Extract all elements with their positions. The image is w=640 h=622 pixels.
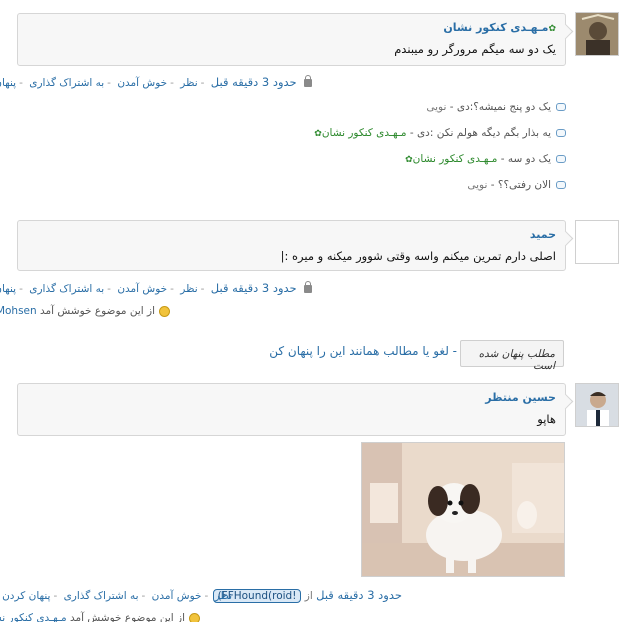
post1-author[interactable]: ✿مـهـدی کنکور نشان bbox=[27, 21, 556, 34]
post3-likes: از این موضوع خوشش آمد مـهـدی کنکور نشان✿ bbox=[0, 612, 200, 622]
post1-action-comment[interactable]: نظر bbox=[180, 77, 197, 89]
post3-bubble: حسین منتظر هاپو bbox=[17, 383, 566, 436]
post3-action-hide[interactable]: پنهان کردن bbox=[2, 590, 50, 602]
avatar-post2[interactable] bbox=[575, 220, 619, 264]
star-icon: ✿ bbox=[405, 155, 413, 165]
lock-icon bbox=[304, 281, 312, 293]
smile-icon bbox=[159, 305, 170, 317]
reply-author[interactable]: مـهـدی کنکور نشان bbox=[413, 153, 498, 165]
comment-icon bbox=[556, 129, 566, 137]
post1-meta: حدود 3 دقیقه قبل -نظر -خوش آمدن -به اشتر… bbox=[0, 75, 312, 89]
post1-action-share[interactable]: به اشتراک گذاری bbox=[29, 77, 104, 89]
post3-actions: نظر -خوش آمدن -به اشتراک گذاری -پنهان کر… bbox=[2, 590, 232, 602]
post2-action-hide[interactable]: پنهان کردن bbox=[0, 283, 16, 295]
post2-author[interactable]: حمید bbox=[27, 228, 556, 241]
post2-text: اصلی دارم تمرین میکنم واسه وقتی شوور میک… bbox=[280, 249, 556, 263]
post3-action-comment[interactable]: نظر bbox=[215, 590, 232, 602]
hidden-undo-link[interactable]: - لغو یا مطالب همانند این را پنهان کن bbox=[269, 344, 457, 358]
post3-via-prefix: از bbox=[304, 590, 313, 602]
post2-meta: حدود 3 دقیقه قبل -نظر -خوش آمدن -به اشتر… bbox=[0, 281, 312, 295]
comment-icon bbox=[556, 155, 566, 163]
dog-photo-image bbox=[362, 443, 564, 576]
reply-item: یه بذار بگم دیگه هولم نکن :دی - مـهـدی ک… bbox=[314, 127, 566, 139]
avatar-post3[interactable] bbox=[575, 383, 619, 427]
post1-bubble: ✿مـهـدی کنکور نشان یک دو سه میگم مرورگر … bbox=[17, 13, 566, 66]
post2-action-share[interactable]: به اشتراک گذاری bbox=[29, 283, 104, 295]
likes-user[interactable]: Mohsen bbox=[0, 305, 37, 317]
post3-time[interactable]: حدود 3 دقیقه قبل bbox=[316, 588, 402, 602]
reply-author[interactable]: نویی bbox=[426, 101, 446, 113]
avatar-image bbox=[576, 384, 618, 426]
hidden-post-label: مطلب پنهان شده است bbox=[460, 340, 564, 372]
star-icon: ✿ bbox=[314, 129, 322, 139]
comment-icon bbox=[556, 181, 566, 189]
post2-action-comment[interactable]: نظر bbox=[180, 283, 197, 295]
post3-text: هاپو bbox=[537, 412, 556, 426]
lock-icon bbox=[304, 75, 312, 87]
post1-action-hide[interactable]: پنهان کردن bbox=[0, 77, 16, 89]
likes-user[interactable]: مـهـدی کنکور نشان bbox=[0, 612, 67, 622]
reply-item: یک دو سه - مـهـدی کنکور نشان✿ bbox=[405, 153, 566, 165]
post3-meta: حدود 3 دقیقه قبل از (FFHound(roid! bbox=[212, 588, 402, 603]
post3-author[interactable]: حسین منتظر bbox=[27, 391, 556, 404]
post1-text: یک دو سه میگم مرورگر رو میبندم bbox=[394, 42, 556, 56]
star-icon: ✿ bbox=[548, 24, 556, 34]
reply-author[interactable]: نویی bbox=[467, 179, 487, 191]
post2-time[interactable]: حدود 3 دقیقه قبل bbox=[211, 281, 297, 295]
reply-item: یک دو پنج نمیشه؟:دی - نویی bbox=[426, 101, 566, 113]
post3-photo[interactable] bbox=[361, 442, 565, 577]
post1-time[interactable]: حدود 3 دقیقه قبل bbox=[211, 75, 297, 89]
avatar-post1[interactable] bbox=[575, 12, 619, 56]
smile-icon bbox=[189, 612, 200, 622]
post2-likes: از این موضوع خوشش آمد Mohsen bbox=[0, 305, 170, 317]
post1-action-welcome[interactable]: خوش آمدن bbox=[117, 77, 167, 89]
avatar-image bbox=[576, 13, 618, 55]
post3-action-welcome[interactable]: خوش آمدن bbox=[152, 590, 202, 602]
post3-action-share[interactable]: به اشتراک گذاری bbox=[64, 590, 139, 602]
post2-action-welcome[interactable]: خوش آمدن bbox=[117, 283, 167, 295]
post2-bubble: حمید اصلی دارم تمرین میکنم واسه وقتی شوو… bbox=[17, 220, 566, 271]
reply-item: الان رفتی؟؟ - نویی bbox=[467, 179, 566, 191]
reply-author[interactable]: مـهـدی کنکور نشان bbox=[322, 127, 407, 139]
comment-icon bbox=[556, 103, 566, 111]
